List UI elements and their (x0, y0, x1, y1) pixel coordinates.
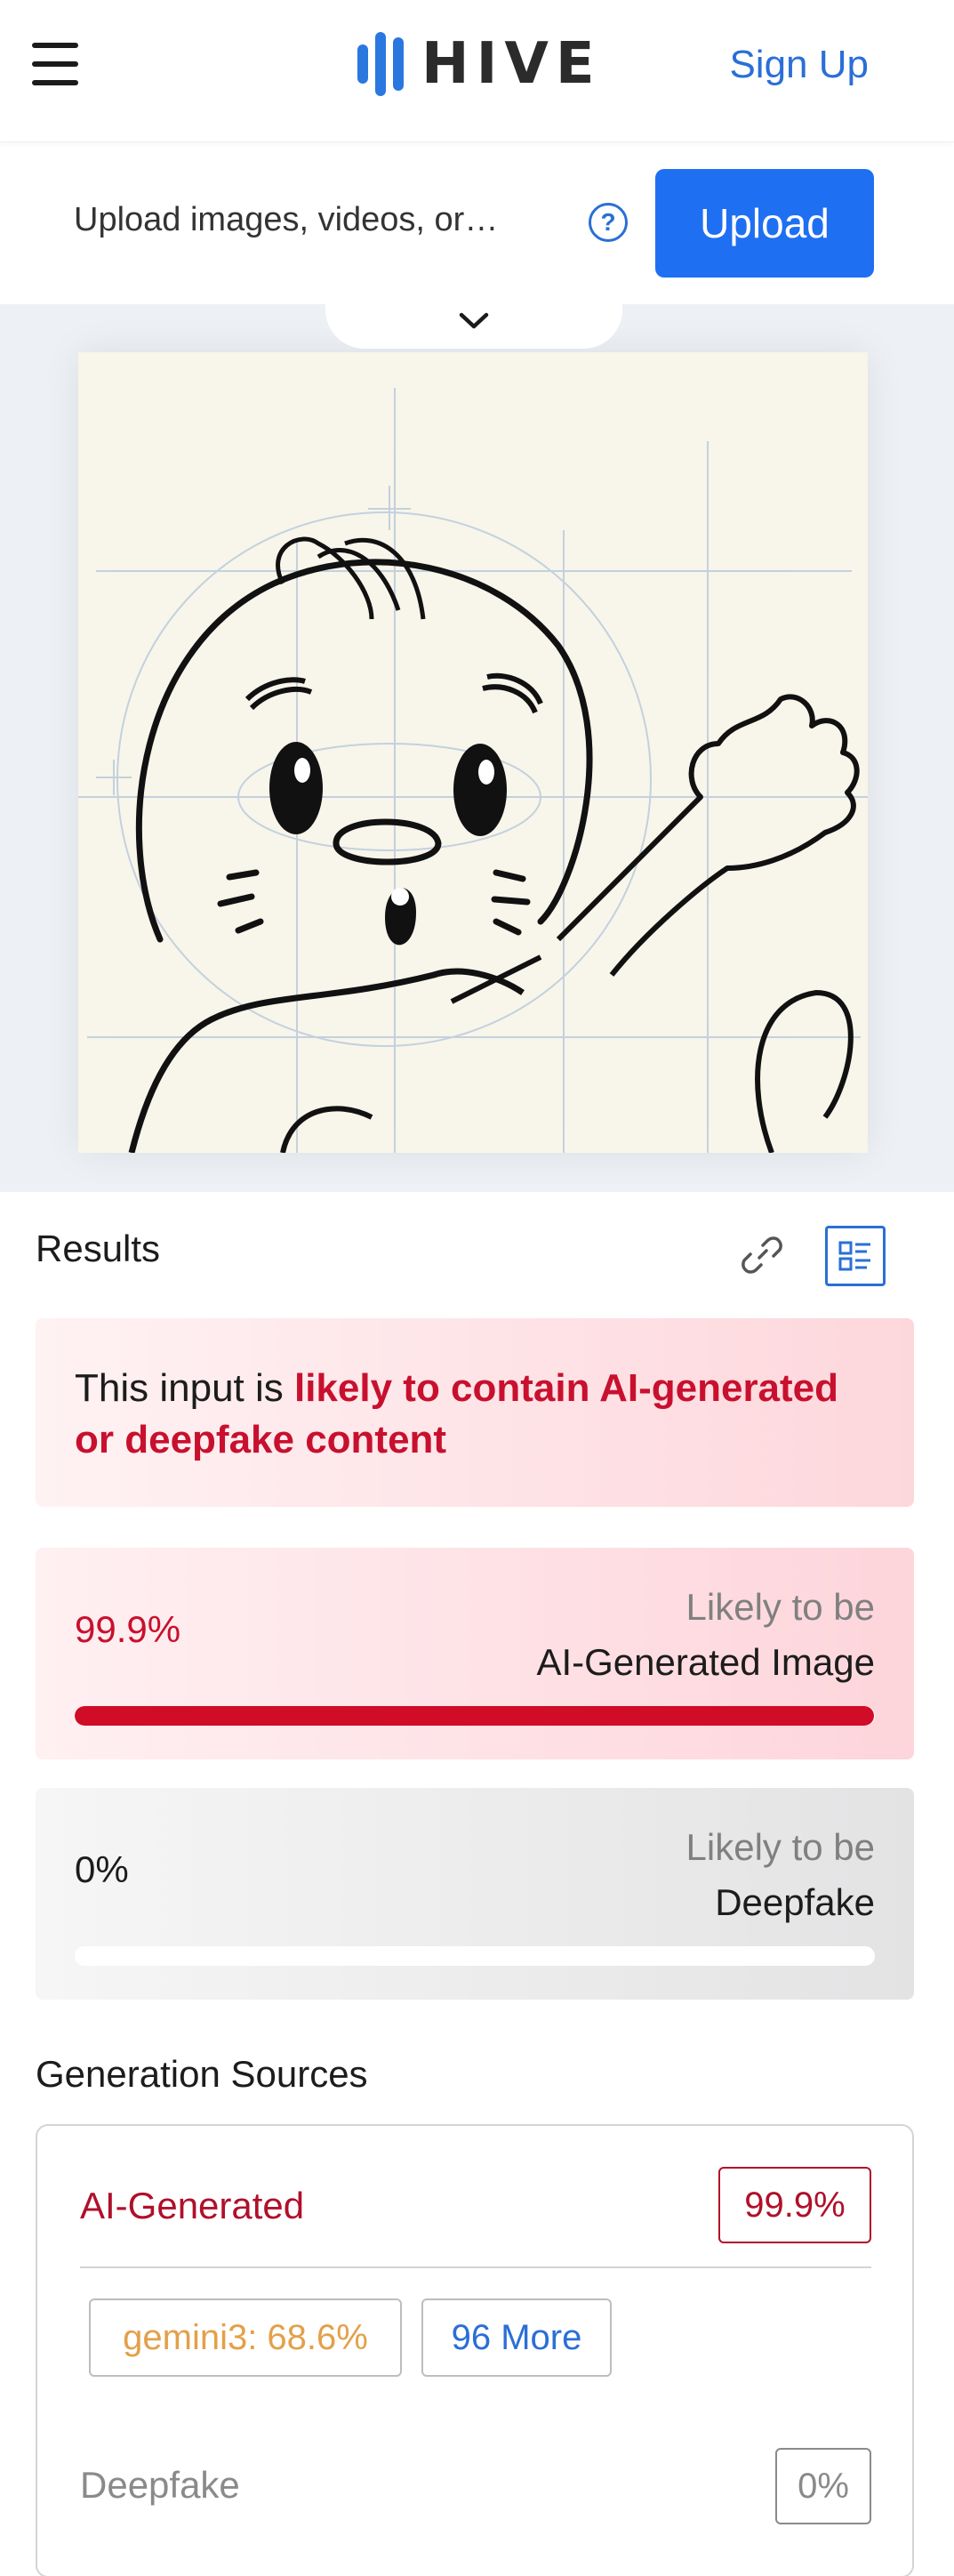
ai-generated-percent: 99.9% (75, 1608, 181, 1650)
chevron-down-icon (459, 312, 489, 329)
cartoon-sketch-image (78, 388, 868, 1153)
verdict-banner: This input is likely to contain AI-gener… (36, 1318, 914, 1507)
sign-up-link[interactable]: Sign Up (729, 43, 869, 87)
collapse-toggle[interactable] (325, 294, 622, 349)
deepfake-percent: 0% (75, 1848, 129, 1890)
ai-generated-badge: 99.9% (718, 2167, 871, 2243)
link-icon[interactable] (740, 1233, 784, 1277)
hive-logo-icon (357, 30, 404, 98)
ai-generated-label: AI-Generated (80, 2185, 305, 2226)
deepfake-progress-bar (75, 1946, 875, 1966)
logo-text: HIVE (421, 31, 602, 97)
deepfake-badge: 0% (775, 2448, 871, 2524)
ai-generated-score-card: 99.9% Likely to be AI-Generated Image (36, 1548, 914, 1759)
divider (80, 2266, 871, 2268)
deepfake-label: Deepfake (80, 2464, 240, 2506)
ai-generated-progress-bar (75, 1706, 875, 1726)
deepfake-likely: Likely to be Deepfake (686, 1820, 875, 1930)
likely-label: Likely to be (685, 1826, 875, 1868)
ai-generated-progress-fill (75, 1706, 875, 1726)
results-title: Results (36, 1228, 161, 1269)
hive-logo[interactable]: HIVE (357, 30, 602, 98)
generation-sources-title: Generation Sources (36, 2053, 368, 2095)
source-chip[interactable]: gemini3: 68.6% (89, 2298, 402, 2377)
verdict-prefix: This input is (75, 1366, 294, 1410)
upload-bar: Upload images, videos, or… ? Upload (0, 142, 954, 304)
list-view-icon[interactable] (825, 1226, 886, 1286)
class-label: AI-Generated Image (536, 1641, 875, 1683)
ai-generated-likely: Likely to be AI-Generated Image (536, 1580, 875, 1690)
deepfake-score-card: 0% Likely to be Deepfake (36, 1788, 914, 2000)
uploaded-image (78, 352, 868, 1153)
hamburger-icon[interactable] (32, 43, 78, 85)
upload-button[interactable]: Upload (655, 169, 874, 278)
generation-sources-card: AI-Generated 99.9% gemini3: 68.6% 96 Mor… (36, 2124, 914, 2576)
class-label: Deepfake (715, 1881, 875, 1923)
help-icon[interactable]: ? (589, 203, 628, 242)
likely-label: Likely to be (685, 1586, 875, 1628)
more-sources-button[interactable]: 96 More (421, 2298, 612, 2377)
upload-input[interactable]: Upload images, videos, or… (74, 201, 501, 239)
top-nav: HIVE Sign Up (0, 0, 954, 142)
